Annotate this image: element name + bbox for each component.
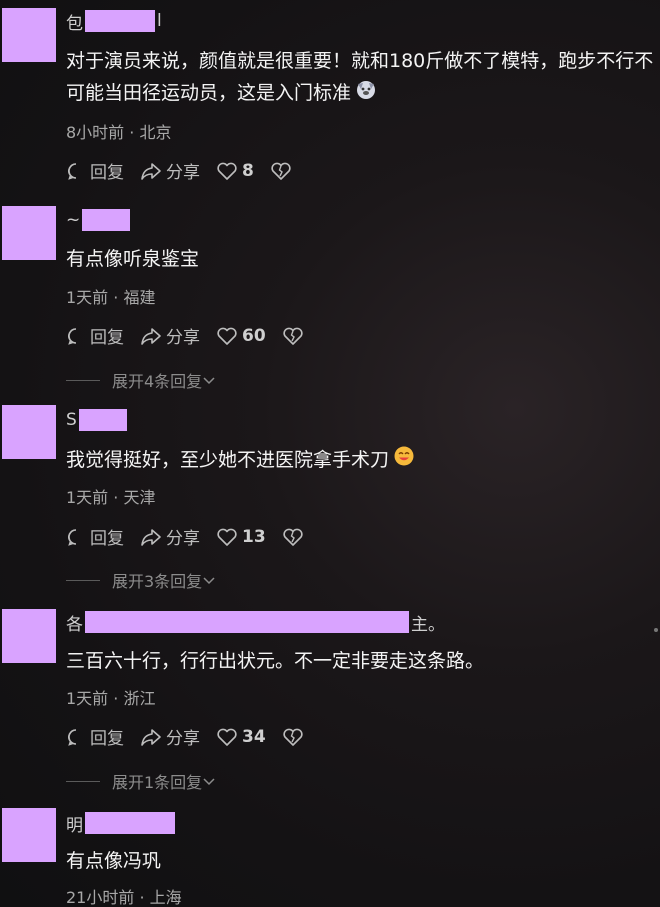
comment-text: 有点像冯巩 xyxy=(66,850,162,872)
share-icon xyxy=(141,728,161,746)
username-prefix: 包 xyxy=(66,13,83,34)
dislike-button[interactable] xyxy=(282,326,308,346)
username-redaction xyxy=(85,611,409,633)
reply-label: 回复 xyxy=(90,328,124,348)
comment-actions: 回复 分享 60 xyxy=(66,323,324,348)
comment-text: 三百六十行，行行出状元。不一定非要走这条路。 xyxy=(66,650,485,672)
reply-icon xyxy=(68,327,77,345)
smiling-face-emoji xyxy=(393,445,415,477)
username-prefix: S xyxy=(66,410,77,430)
share-icon xyxy=(141,327,161,345)
username-prefix: 各 xyxy=(66,614,83,635)
expand-replies-label: 展开1条回复 xyxy=(112,773,203,792)
username[interactable]: 各 主。 xyxy=(66,610,445,635)
heart-icon xyxy=(217,728,237,746)
comment-meta: 1天前 · 天津 xyxy=(66,488,156,507)
comment-meta: 1天前 · 福建 xyxy=(66,288,156,307)
share-button[interactable]: 分享 xyxy=(140,524,200,549)
comment-actions: 回复 分享 34 xyxy=(66,724,324,749)
reply-button[interactable]: 回复 xyxy=(66,158,124,183)
avatar[interactable] xyxy=(2,808,56,862)
heart-icon xyxy=(217,162,237,180)
comment-text-body: 我觉得挺好，至少她不进医院拿手术刀 xyxy=(66,449,390,471)
share-label: 分享 xyxy=(166,529,200,549)
comment-actions: 回复 分享 8 xyxy=(66,158,312,183)
scroll-indicator xyxy=(654,628,658,632)
comment-meta: 8小时前 · 北京 xyxy=(66,123,172,142)
chevron-down-icon xyxy=(203,577,215,585)
like-count: 34 xyxy=(242,726,266,747)
broken-heart-icon xyxy=(271,162,291,180)
reply-label: 回复 xyxy=(90,729,124,749)
reply-button[interactable]: 回复 xyxy=(66,323,124,348)
reply-icon xyxy=(68,728,77,746)
expand-replies-label: 展开3条回复 xyxy=(112,572,203,591)
like-button[interactable]: 13 xyxy=(216,527,266,547)
expand-replies-button[interactable]: 展开4条回复 xyxy=(66,368,216,392)
share-label: 分享 xyxy=(166,729,200,749)
like-count: 8 xyxy=(242,160,254,181)
broken-heart-icon xyxy=(283,327,303,345)
username-prefix: ~ xyxy=(66,210,81,230)
comment-text: 我觉得挺好，至少她不进医院拿手术刀 xyxy=(66,444,660,477)
like-button[interactable]: 34 xyxy=(216,727,266,747)
username-suffix: 主。 xyxy=(411,614,445,635)
username-redaction xyxy=(85,812,175,834)
dog-face-emoji xyxy=(355,78,377,110)
like-button[interactable]: 60 xyxy=(216,326,266,346)
avatar[interactable] xyxy=(2,609,56,663)
like-button[interactable]: 8 xyxy=(216,161,254,181)
divider xyxy=(66,780,100,782)
share-label: 分享 xyxy=(166,328,200,348)
reply-button[interactable]: 回复 xyxy=(66,724,124,749)
comment-text: 对于演员来说，颜值就是很重要！就和180斤做不了模特，跑步不行不可能当田径运动员… xyxy=(66,45,656,110)
username[interactable]: S xyxy=(66,408,127,432)
share-button[interactable]: 分享 xyxy=(140,724,200,749)
reply-button[interactable]: 回复 xyxy=(66,524,124,549)
chevron-down-icon xyxy=(203,778,215,786)
share-icon xyxy=(141,162,161,180)
share-label: 分享 xyxy=(166,163,200,183)
dislike-button[interactable] xyxy=(282,727,308,747)
comment-meta: 1天前 · 浙江 xyxy=(66,689,156,708)
like-count: 13 xyxy=(242,526,266,547)
avatar[interactable] xyxy=(2,405,56,459)
username-redaction xyxy=(85,10,155,32)
expand-replies-label: 展开4条回复 xyxy=(112,372,203,391)
username[interactable]: ~ xyxy=(66,208,131,232)
username[interactable]: 包 l xyxy=(66,9,162,34)
expand-replies-button[interactable]: 展开3条回复 xyxy=(66,568,216,592)
username-suffix: l xyxy=(157,11,162,31)
broken-heart-icon xyxy=(283,528,303,546)
heart-icon xyxy=(217,528,237,546)
avatar[interactable] xyxy=(2,8,56,62)
dislike-button[interactable] xyxy=(270,161,296,181)
divider xyxy=(66,579,100,581)
chevron-down-icon xyxy=(203,377,215,385)
share-icon xyxy=(141,528,161,546)
avatar[interactable] xyxy=(2,206,56,260)
reply-icon xyxy=(68,528,77,546)
like-count: 60 xyxy=(242,325,266,346)
share-button[interactable]: 分享 xyxy=(140,158,200,183)
username-prefix: 明 xyxy=(66,815,83,836)
expand-replies-button[interactable]: 展开1条回复 xyxy=(66,769,216,793)
comment-actions: 回复 分享 13 xyxy=(66,524,324,549)
share-button[interactable]: 分享 xyxy=(140,323,200,348)
reply-label: 回复 xyxy=(90,163,124,183)
comment-text: 有点像听泉鉴宝 xyxy=(66,248,200,270)
reply-label: 回复 xyxy=(90,529,124,549)
heart-icon xyxy=(217,327,237,345)
reply-icon xyxy=(68,162,77,180)
divider xyxy=(66,379,100,381)
dislike-button[interactable] xyxy=(282,527,308,547)
broken-heart-icon xyxy=(283,728,303,746)
username-redaction xyxy=(78,409,127,431)
username-redaction xyxy=(82,209,131,231)
comment-meta: 21小时前 · 上海 xyxy=(66,888,182,907)
username[interactable]: 明 xyxy=(66,811,175,836)
